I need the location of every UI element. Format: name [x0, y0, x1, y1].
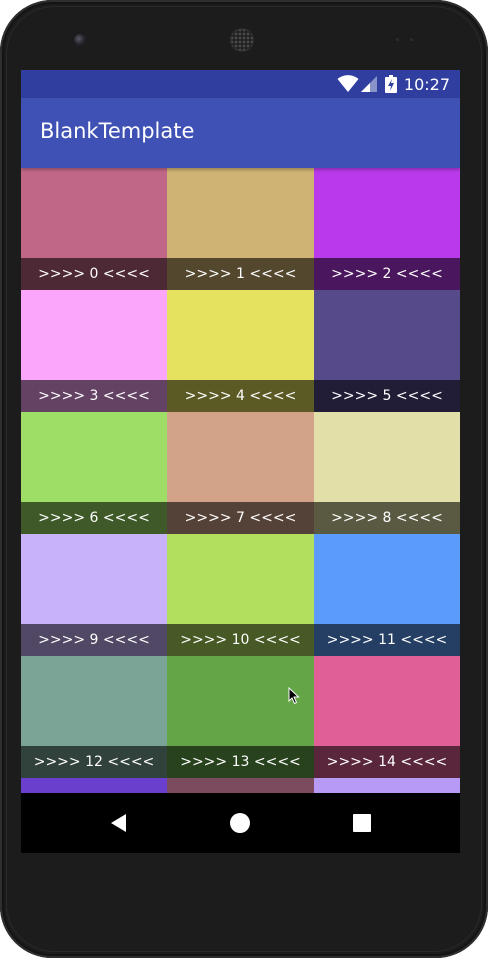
device-frame: 10:27 BlankTemplate >>>> 0 <<<< >>>> 1 <<… [0, 0, 488, 958]
proximity-sensor [396, 38, 399, 41]
tile-caption: >>>> 11 <<<< [314, 624, 460, 656]
grid-tile[interactable]: >>>> 13 <<<< [167, 656, 314, 778]
status-bar: 10:27 [21, 70, 460, 98]
tile-caption: >>>> 12 <<<< [21, 746, 167, 778]
front-camera [74, 34, 86, 46]
navigation-bar [21, 793, 460, 853]
grid-tile[interactable] [314, 778, 460, 793]
tile-caption: >>>> 14 <<<< [314, 746, 460, 778]
tile-caption: >>>> 13 <<<< [167, 746, 314, 778]
tile-caption: >>>> 9 <<<< [21, 624, 167, 656]
tile-caption: >>>> 7 <<<< [167, 502, 314, 534]
image-grid[interactable]: >>>> 0 <<<< >>>> 1 <<<< >>>> 2 <<<< >>>> 3 … [21, 168, 460, 793]
tile-caption: >>>> 1 <<<< [167, 258, 314, 290]
status-time: 10:27 [403, 75, 450, 94]
tile-caption: >>>> 4 <<<< [167, 380, 314, 412]
grid-tile[interactable]: >>>> 8 <<<< [314, 412, 460, 534]
mouse-cursor-icon [288, 687, 300, 705]
grid-tile[interactable]: >>>> 14 <<<< [314, 656, 460, 778]
earpiece-speaker [230, 28, 254, 52]
home-icon[interactable] [228, 811, 252, 835]
tile-caption: >>>> 6 <<<< [21, 502, 167, 534]
battery-charging-icon [385, 75, 397, 93]
grid-tile[interactable]: >>>> 12 <<<< [21, 656, 167, 778]
grid-tile[interactable]: >>>> 5 <<<< [314, 290, 460, 412]
grid-tile[interactable]: >>>> 0 <<<< [21, 168, 167, 290]
light-sensor [410, 38, 413, 41]
tile-caption: >>>> 0 <<<< [21, 258, 167, 290]
grid-tile[interactable]: >>>> 6 <<<< [21, 412, 167, 534]
grid-tile[interactable]: >>>> 11 <<<< [314, 534, 460, 656]
tile-caption: >>>> 5 <<<< [314, 380, 460, 412]
tile-caption: >>>> 8 <<<< [314, 502, 460, 534]
grid-tile[interactable] [21, 778, 167, 793]
tile-caption: >>>> 2 <<<< [314, 258, 460, 290]
tile-caption: >>>> 3 <<<< [21, 380, 167, 412]
grid-tile[interactable]: >>>> 2 <<<< [314, 168, 460, 290]
wifi-icon [337, 75, 359, 92]
grid-tile[interactable]: >>>> 4 <<<< [167, 290, 314, 412]
screen: 10:27 BlankTemplate >>>> 0 <<<< >>>> 1 <<… [21, 70, 460, 853]
grid-tile[interactable]: >>>> 7 <<<< [167, 412, 314, 534]
grid-tile[interactable] [167, 778, 314, 793]
app-title: BlankTemplate [40, 119, 195, 143]
app-bar: BlankTemplate [21, 98, 460, 168]
cell-signal-icon [361, 76, 377, 92]
grid-tile[interactable]: >>>> 3 <<<< [21, 290, 167, 412]
tile-caption: >>>> 10 <<<< [167, 624, 314, 656]
grid-tile[interactable]: >>>> 10 <<<< [167, 534, 314, 656]
recents-icon[interactable] [350, 811, 374, 835]
grid-tile[interactable]: >>>> 9 <<<< [21, 534, 167, 656]
back-icon[interactable] [107, 811, 131, 835]
grid-tile[interactable]: >>>> 1 <<<< [167, 168, 314, 290]
